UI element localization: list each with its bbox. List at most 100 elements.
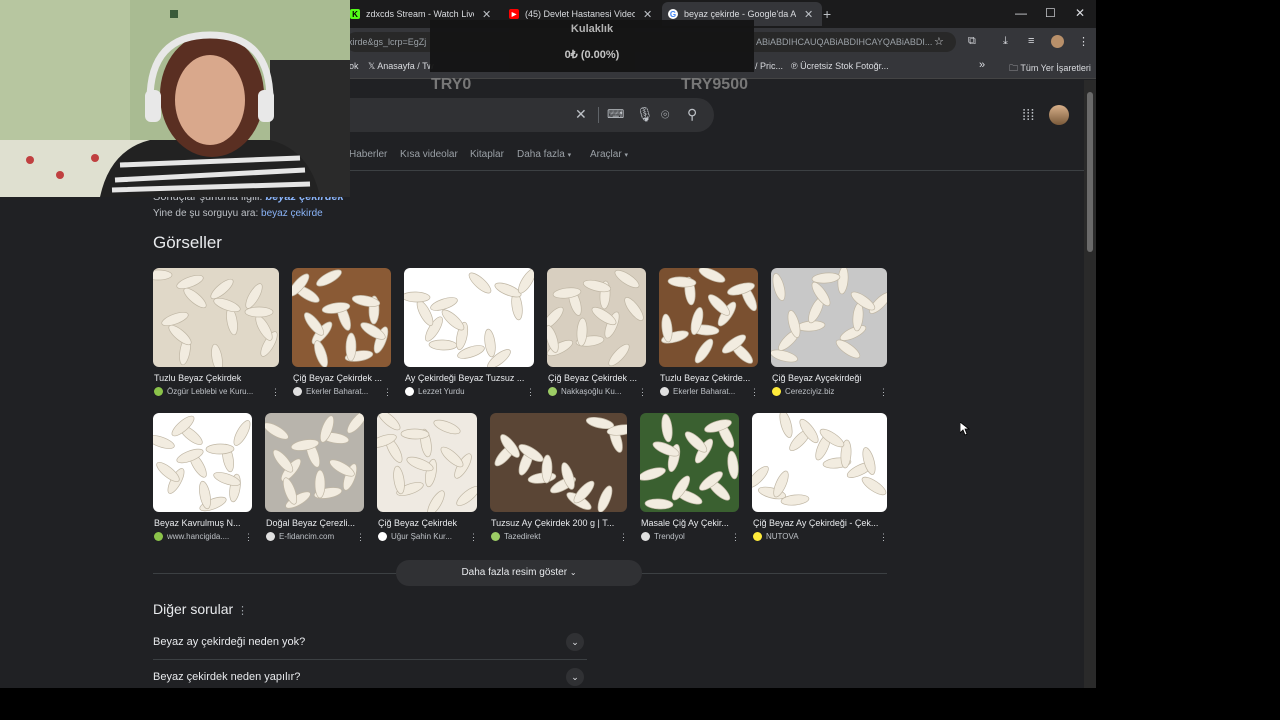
image-result[interactable]: Ay Çekirdeği Beyaz Tuzsuz ... Lezzet Yurd…: [404, 268, 535, 398]
image-result[interactable]: Çiğ Beyaz Çekirdek Uğur Şahin Kur... ⋮: [377, 413, 478, 543]
tab-short-videos[interactable]: Kısa videolar: [400, 149, 458, 160]
thumbnail-image[interactable]: [640, 413, 739, 512]
keyboard-icon[interactable]: ⌨: [607, 107, 624, 121]
scrollbar-thumb[interactable]: [1087, 92, 1093, 252]
search-instead-link[interactable]: beyaz çekirde: [261, 208, 323, 219]
chevron-down-icon[interactable]: ⌄: [566, 668, 584, 686]
image-result[interactable]: Çiğ Beyaz Ayçekirdeği Cerezciyiz.biz ⋮: [771, 268, 888, 398]
more-options-icon[interactable]: ⋮: [750, 387, 759, 398]
close-icon[interactable]: ✕: [804, 8, 813, 21]
menu-icon[interactable]: ⋮: [1078, 35, 1089, 48]
tab-news[interactable]: Haberler: [349, 149, 387, 160]
tab-books[interactable]: Kitaplar: [470, 149, 504, 160]
more-bookmarks-button[interactable]: »: [979, 59, 985, 71]
image-result[interactable]: Doğal Beyaz Çerezli... E-fidancim.com ⋮: [265, 413, 365, 543]
image-title[interactable]: Beyaz Kavrulmuş N...: [154, 518, 251, 528]
question-item[interactable]: Beyaz çekirdek neden yapılır?: [153, 671, 300, 683]
all-bookmarks-folder[interactable]: 🗀 Tüm Yer İşaretleri: [1009, 61, 1091, 77]
clear-icon[interactable]: ✕: [575, 106, 587, 123]
lens-icon[interactable]: ⌾: [661, 106, 669, 123]
image-result[interactable]: Tuzsuz Ay Çekirdek 200 g | T... Tazedirek…: [490, 413, 628, 543]
thumbnail-image[interactable]: [292, 268, 391, 367]
image-result[interactable]: Masale Çiğ Ay Çekir... Trendyol ⋮: [640, 413, 740, 543]
account-avatar[interactable]: [1049, 105, 1069, 125]
image-source[interactable]: Ekerler Baharat...: [660, 387, 743, 396]
close-icon[interactable]: ✕: [643, 8, 652, 21]
image-source[interactable]: Özgür Leblebi ve Kuru...: [154, 387, 264, 396]
image-title[interactable]: Tuzlu Beyaz Çekirde...: [660, 373, 757, 383]
image-result[interactable]: Beyaz Kavrulmuş N... www.hancigida.... ⋮: [153, 413, 253, 543]
bookmark-item[interactable]: / Pric...: [755, 61, 783, 71]
more-options-icon[interactable]: ⋮: [469, 532, 478, 543]
more-options-icon[interactable]: ⋮: [526, 387, 535, 398]
extensions-icon[interactable]: ⧉: [968, 35, 976, 48]
image-title[interactable]: Tuzsuz Ay Çekirdek 200 g | T...: [491, 518, 626, 528]
more-options-icon[interactable]: ⋮: [731, 532, 740, 543]
thumbnail-image[interactable]: [153, 413, 252, 512]
scrollbar[interactable]: [1084, 80, 1096, 688]
apps-grid-icon[interactable]: ⁞⁞⁞: [1022, 107, 1035, 124]
tab-more[interactable]: Daha fazla ▾: [517, 149, 571, 160]
thumbnail-image[interactable]: [490, 413, 627, 512]
thumbnail-image[interactable]: [404, 268, 534, 367]
image-title[interactable]: Masale Çiğ Ay Çekir...: [641, 518, 738, 528]
thumbnail-image[interactable]: [771, 268, 887, 367]
more-options-icon[interactable]: ⋮: [619, 532, 628, 543]
more-options-icon[interactable]: ⋮: [356, 532, 365, 543]
bookmark-item[interactable]: ℗ Ücretsiz Stok Fotoğr...: [791, 61, 889, 71]
image-result[interactable]: Tuzlu Beyaz Çekirdek Özgür Leblebi ve Kur…: [153, 268, 280, 398]
tab-tools[interactable]: Araçlar ▾: [590, 149, 628, 160]
more-images-button[interactable]: Daha fazla resim göster ⌄: [396, 560, 642, 586]
image-source[interactable]: E-fidancim.com: [266, 532, 349, 541]
image-source[interactable]: Lezzet Yurdu: [405, 387, 519, 396]
image-result[interactable]: Çiğ Beyaz Çekirdek ... Ekerler Baharat...…: [292, 268, 392, 398]
image-source[interactable]: Cerezciyiz.biz: [772, 387, 872, 396]
image-source[interactable]: Uğur Şahin Kur...: [378, 532, 462, 541]
image-source[interactable]: Trendyol: [641, 532, 724, 541]
thumbnail-image[interactable]: [377, 413, 477, 512]
image-source[interactable]: NUTOVA: [753, 532, 872, 541]
image-title[interactable]: Doğal Beyaz Çerezli...: [266, 518, 363, 528]
image-title[interactable]: Çiğ Beyaz Ay Çekirdeği - Çek...: [753, 518, 886, 528]
thumbnail-image[interactable]: [659, 268, 758, 367]
download-icon[interactable]: ⤓: [1003, 35, 1008, 48]
minimize-icon[interactable]: —: [1015, 6, 1027, 20]
image-title[interactable]: Ay Çekirdeği Beyaz Tuzsuz ...: [405, 373, 533, 383]
search-box[interactable]: ✕ ⌨ 🎙 ⌾ ⚲: [330, 98, 714, 132]
bookmark-star-icon[interactable]: ☆: [934, 35, 944, 48]
image-result[interactable]: Çiğ Beyaz Ay Çekirdeği - Çek... NUTOVA ⋮: [752, 413, 888, 543]
image-title[interactable]: Tuzlu Beyaz Çekirdek: [154, 373, 278, 383]
image-source[interactable]: Ekerler Baharat...: [293, 387, 376, 396]
image-title[interactable]: Çiğ Beyaz Çekirdek ...: [548, 373, 645, 383]
image-source[interactable]: Tazedirekt: [491, 532, 612, 541]
image-title[interactable]: Çiğ Beyaz Çekirdek: [378, 518, 476, 528]
thumbnail-image[interactable]: [752, 413, 887, 512]
image-result[interactable]: Tuzlu Beyaz Çekirde... Ekerler Baharat...…: [659, 268, 759, 398]
microphone-icon[interactable]: 🎙: [636, 106, 654, 123]
thumbnail-image[interactable]: [153, 268, 279, 367]
image-source[interactable]: www.hancigida....: [154, 532, 237, 541]
more-options-icon[interactable]: ⋮: [383, 387, 392, 398]
image-title[interactable]: Çiğ Beyaz Ayçekirdeği: [772, 373, 886, 383]
maximize-icon[interactable]: ☐: [1045, 6, 1056, 20]
more-options-icon[interactable]: ⋮: [244, 532, 253, 543]
more-options-icon[interactable]: ⋮: [638, 387, 647, 398]
profile-avatar[interactable]: [1051, 35, 1064, 48]
bookmark-item[interactable]: ok: [349, 61, 359, 71]
image-source[interactable]: Nakkaşoğlu Ku...: [548, 387, 631, 396]
thumbnail-image[interactable]: [265, 413, 364, 512]
more-options-icon[interactable]: ⋮: [879, 532, 888, 543]
question-item[interactable]: Beyaz ay çekirdeği neden yok?: [153, 636, 305, 648]
more-options-icon[interactable]: ⋮: [271, 387, 280, 398]
close-icon[interactable]: ✕: [482, 8, 491, 21]
chevron-down-icon[interactable]: ⌄: [566, 633, 584, 651]
media-icon[interactable]: ≡: [1028, 35, 1034, 47]
more-options-icon[interactable]: ⋮: [879, 387, 888, 398]
search-icon[interactable]: ⚲: [687, 106, 697, 123]
thumbnail-image[interactable]: [547, 268, 646, 367]
bookmark-item[interactable]: 𝕏 Anasayfa / Tw: [368, 61, 434, 72]
more-options-icon[interactable]: ⋮: [237, 605, 248, 617]
image-title[interactable]: Çiğ Beyaz Çekirdek ...: [293, 373, 390, 383]
close-window-icon[interactable]: ✕: [1075, 6, 1085, 20]
new-tab-icon[interactable]: +: [823, 6, 831, 22]
